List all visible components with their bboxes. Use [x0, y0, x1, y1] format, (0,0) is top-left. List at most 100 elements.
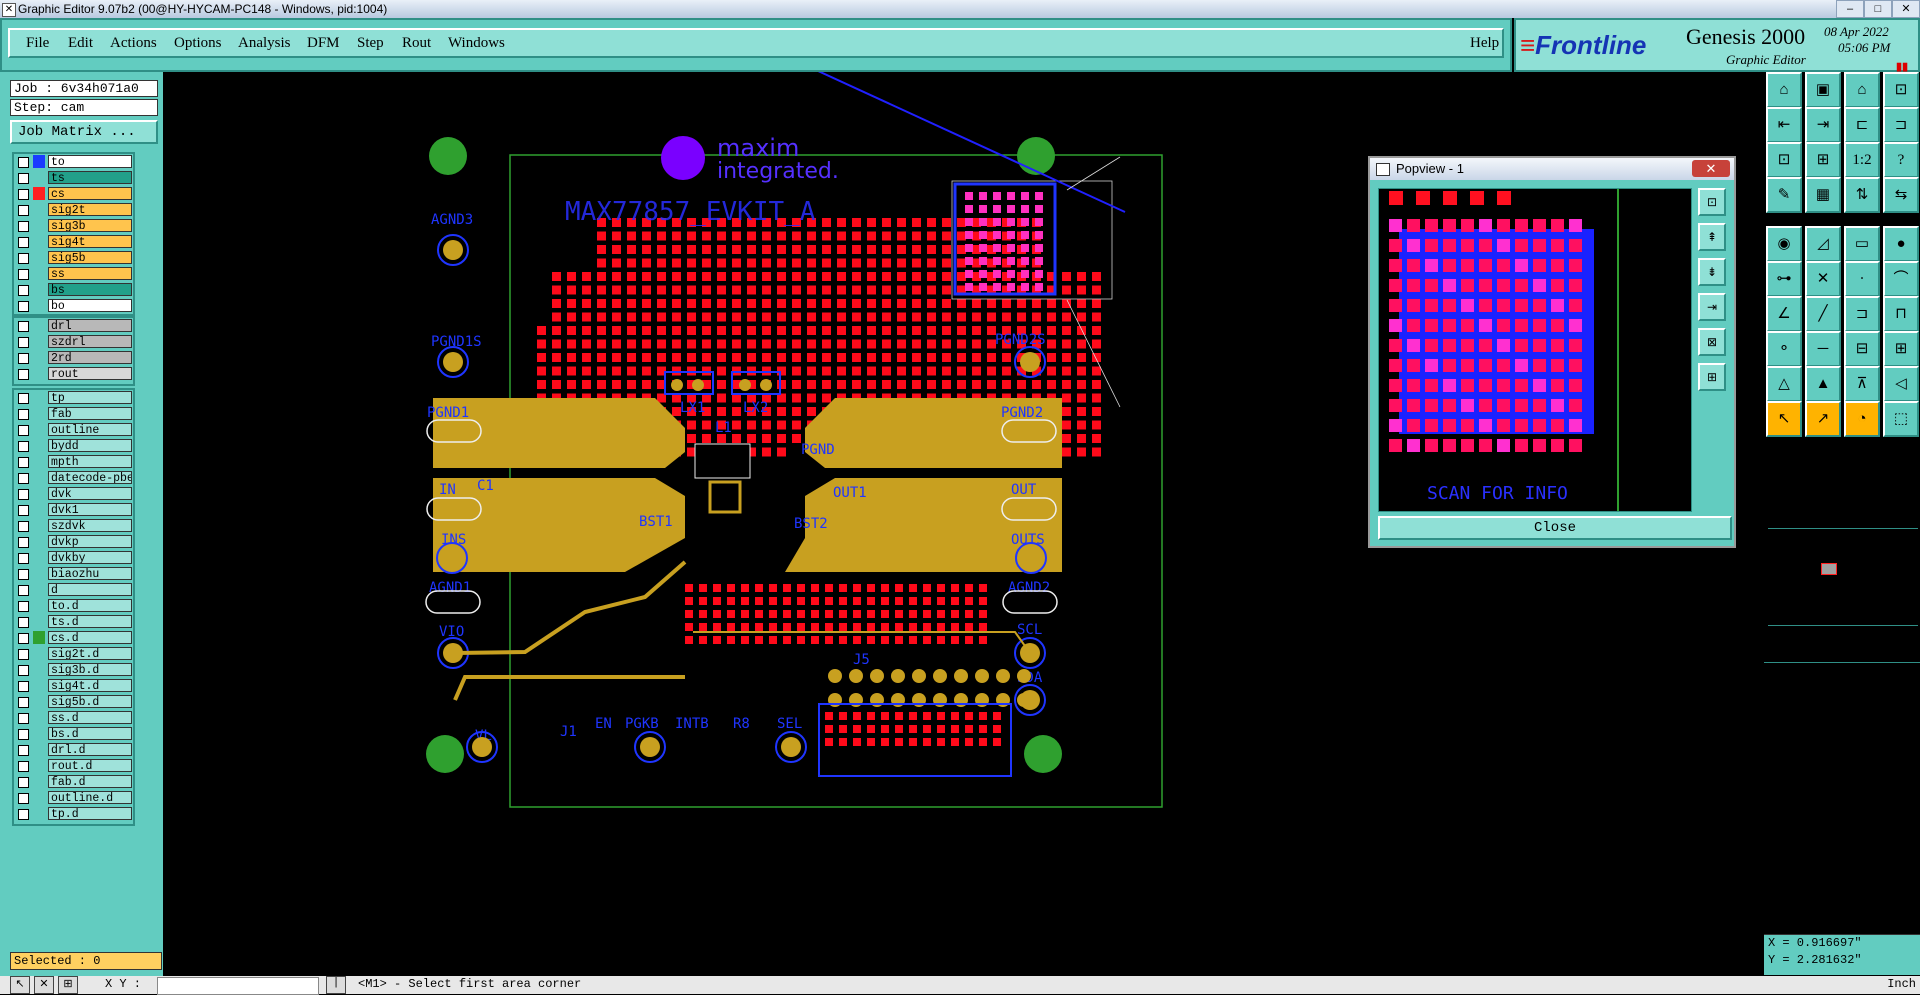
- layer-checkbox[interactable]: [18, 713, 29, 724]
- layer-color-swatch[interactable]: [33, 647, 45, 660]
- pin-icon[interactable]: ⚬: [1766, 331, 1802, 367]
- cross-icon[interactable]: ✕: [1805, 261, 1841, 297]
- layer-color-swatch[interactable]: [33, 471, 45, 484]
- layer-checkbox[interactable]: [18, 649, 29, 660]
- layer-checkbox[interactable]: [18, 505, 29, 516]
- layer-row-dvkp[interactable]: dvkp: [14, 534, 133, 550]
- line-icon[interactable]: ╱: [1805, 296, 1841, 332]
- layer-checkbox[interactable]: [18, 173, 29, 184]
- units-label[interactable]: Inch: [1887, 977, 1916, 991]
- layer-color-swatch[interactable]: [33, 567, 45, 580]
- layer-color-swatch[interactable]: [33, 299, 45, 312]
- menu-options[interactable]: Options: [174, 35, 222, 52]
- layer-color-swatch[interactable]: [33, 203, 45, 216]
- xy-input[interactable]: [157, 977, 319, 995]
- trace-icon[interactable]: ⊼: [1844, 366, 1880, 402]
- layer-checkbox[interactable]: [18, 665, 29, 676]
- pad-icon[interactable]: ●: [1883, 226, 1919, 262]
- menu-help[interactable]: Help: [1470, 35, 1499, 52]
- layer-color-swatch[interactable]: [33, 535, 45, 548]
- layer-checkbox[interactable]: [18, 393, 29, 404]
- layer-row-dvkby[interactable]: dvkby: [14, 550, 133, 566]
- maximize-icon[interactable]: □: [1864, 0, 1892, 18]
- layer-checkbox[interactable]: [18, 205, 29, 216]
- layer-row-mpth[interactable]: mpth: [14, 454, 133, 470]
- layer-checkbox[interactable]: [18, 321, 29, 332]
- node-icon[interactable]: ⊶: [1766, 261, 1802, 297]
- layer-checkbox[interactable]: [18, 633, 29, 644]
- layer-row-to[interactable]: to: [14, 154, 133, 170]
- layer-color-swatch[interactable]: [33, 219, 45, 232]
- layer-color-swatch[interactable]: [33, 615, 45, 628]
- layer-row-drl-d[interactable]: drl.d: [14, 742, 133, 758]
- layer-color-swatch[interactable]: [33, 267, 45, 280]
- layer-checkbox[interactable]: [18, 237, 29, 248]
- layer-color-swatch[interactable]: [33, 423, 45, 436]
- ruler-icon[interactable]: ▭: [1844, 226, 1880, 262]
- layer-row-datecode-pbe[interactable]: datecode-pbe: [14, 470, 133, 486]
- layer-row-outline[interactable]: outline: [14, 422, 133, 438]
- layer-checkbox[interactable]: [18, 697, 29, 708]
- layer-checkbox[interactable]: [18, 221, 29, 232]
- layer-checkbox[interactable]: [18, 337, 29, 348]
- mini-view[interactable]: [1768, 528, 1918, 626]
- move-icon[interactable]: ⬚: [1883, 401, 1919, 437]
- layer-checkbox[interactable]: [18, 681, 29, 692]
- cursor-icon[interactable]: ↗: [1805, 401, 1841, 437]
- layer-row-bo[interactable]: bo: [14, 298, 133, 314]
- layer-checkbox[interactable]: [18, 189, 29, 200]
- popview-close-button[interactable]: Close: [1378, 516, 1732, 540]
- layer-color-swatch[interactable]: [33, 439, 45, 452]
- angle-icon[interactable]: ∠: [1766, 296, 1802, 332]
- layer-color-swatch[interactable]: [33, 487, 45, 500]
- layer-row-drl[interactable]: drl: [14, 318, 133, 334]
- poly-fill-icon[interactable]: ▲: [1805, 366, 1841, 402]
- layer-checkbox[interactable]: [18, 473, 29, 484]
- pan-icon[interactable]: ⇥: [1698, 293, 1726, 321]
- layer-row-sig4t[interactable]: sig4t: [14, 234, 133, 250]
- layer-color-swatch[interactable]: [33, 727, 45, 740]
- layer-checkbox[interactable]: [18, 729, 29, 740]
- cross-select-icon[interactable]: ✕: [34, 976, 54, 994]
- home-icon[interactable]: ⌂: [1766, 72, 1802, 108]
- menu-dfm[interactable]: DFM: [307, 35, 340, 52]
- layer-color-swatch[interactable]: [33, 391, 45, 404]
- layer-row-ts-d[interactable]: ts.d: [14, 614, 133, 630]
- fit-page-icon[interactable]: ⊞: [1805, 142, 1841, 178]
- layer-color-swatch[interactable]: [33, 251, 45, 264]
- layer-checkbox[interactable]: [18, 457, 29, 468]
- layer-checkbox[interactable]: [18, 269, 29, 280]
- layer-color-swatch[interactable]: [33, 759, 45, 772]
- layer-row-dvk[interactable]: dvk: [14, 486, 133, 502]
- layer-row-sig5b[interactable]: sig5b: [14, 250, 133, 266]
- layer-color-swatch[interactable]: [33, 319, 45, 332]
- layer-checkbox[interactable]: [18, 617, 29, 628]
- minimize-icon[interactable]: –: [1836, 0, 1864, 18]
- layer-checkbox[interactable]: [18, 157, 29, 168]
- popview-canvas[interactable]: SCAN FOR INFO: [1378, 188, 1692, 512]
- zoom-icon[interactable]: ⊡: [1883, 72, 1919, 108]
- select-arrow-icon[interactable]: ↖: [10, 976, 30, 994]
- fit-icon[interactable]: ⊠: [1698, 328, 1726, 356]
- layer-checkbox[interactable]: [18, 369, 29, 380]
- layer-color-swatch[interactable]: [33, 743, 45, 756]
- layer-checkbox[interactable]: [18, 253, 29, 264]
- layer-out-icon[interactable]: ⇥: [1805, 107, 1841, 143]
- layer-row-2rd[interactable]: 2rd: [14, 350, 133, 366]
- menu-actions[interactable]: Actions: [110, 35, 157, 52]
- layer-row-fab-d[interactable]: fab.d: [14, 774, 133, 790]
- scale-1-2-icon[interactable]: 1:2: [1844, 142, 1880, 178]
- layer-row-fab[interactable]: fab: [14, 406, 133, 422]
- layer-color-swatch[interactable]: [33, 695, 45, 708]
- fit-icon[interactable]: ⊡: [1766, 142, 1802, 178]
- layer-checkbox[interactable]: [18, 569, 29, 580]
- layer-color-swatch[interactable]: [33, 235, 45, 248]
- arc-icon[interactable]: ⊓: [1883, 296, 1919, 332]
- layer-color-swatch[interactable]: [33, 171, 45, 184]
- close-icon[interactable]: ✕: [1692, 160, 1730, 177]
- layer-color-swatch[interactable]: [33, 367, 45, 380]
- layer-color-swatch[interactable]: [33, 711, 45, 724]
- layer-row-rout-d[interactable]: rout.d: [14, 758, 133, 774]
- layer-checkbox[interactable]: [18, 585, 29, 596]
- layer-color-swatch[interactable]: [33, 519, 45, 532]
